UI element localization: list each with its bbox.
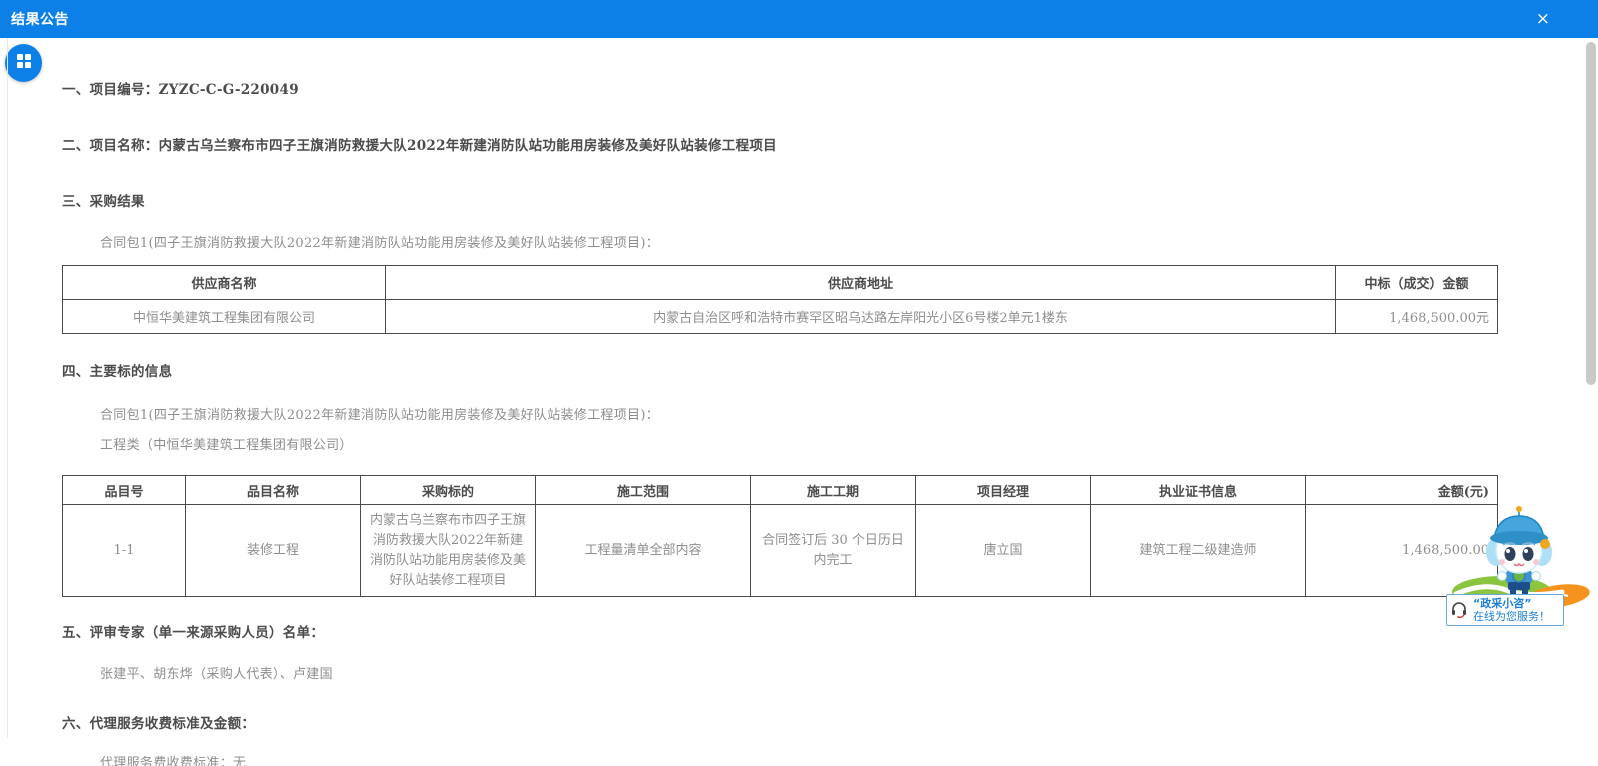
col-header-item-no: 品目号	[62, 475, 186, 505]
table-row: 中恒华美建筑工程集团有限公司 内蒙古自治区呼和浩特市赛罕区昭乌达路左岸阳光小区6…	[62, 299, 1498, 334]
subject-category-label: 工程类（中恒华美建筑工程集团有限公司）	[100, 438, 353, 453]
agency-fee-standard: 代理服务费收费标准：无	[100, 756, 247, 766]
titlebar: 结果公告 ×	[0, 0, 1598, 38]
col-header-supplier-address: 供应商地址	[385, 265, 1336, 300]
scrollbar-track[interactable]	[1584, 38, 1598, 766]
section-project-number: 一、项目编号：ZYZC-C-G-220049	[62, 82, 299, 98]
scrollbar-thumb[interactable]	[1586, 42, 1596, 385]
cell-supplier-address: 内蒙古自治区呼和浩特市赛罕区昭乌达路左岸阳光小区6号楼2单元1楼东	[385, 299, 1336, 334]
close-icon: ×	[1535, 8, 1550, 29]
service-mascot-widget[interactable]: “政采小咨” 在线为您服务！	[1444, 504, 1592, 626]
cell-construction-scope: 工程量清单全部内容	[535, 504, 751, 597]
subject-detail-table: 品目号 品目名称 采购标的 施工范围 施工工期 项目经理 执业证书信息 金额(元…	[62, 475, 1498, 597]
result-announcement-page: { "header": { "title": "结果公告", "close_gl…	[0, 0, 1598, 766]
section-project-name: 二、项目名称：内蒙古乌兰察布市四子王旗消防救援大队2022年新建消防队站功能用房…	[62, 138, 777, 154]
col-header-construction-scope: 施工范围	[535, 475, 751, 505]
cell-construction-period: 合同签订后 30 个日历日内完工	[750, 504, 916, 597]
table-header-row: 品目号 品目名称 采购标的 施工范围 施工工期 项目经理 执业证书信息 金额(元…	[62, 475, 1498, 505]
mascot-slogan: 在线为您服务！	[1473, 610, 1550, 623]
cell-project-manager: 唐立国	[915, 504, 1091, 597]
col-header-license-info: 执业证书信息	[1090, 475, 1306, 505]
section-experts-title: 五、评审专家（单一来源采购人员）名单：	[62, 625, 325, 641]
service-label[interactable]: “政采小咨” 在线为您服务！	[1446, 594, 1564, 626]
col-header-project-manager: 项目经理	[915, 475, 1091, 505]
col-header-supplier-name: 供应商名称	[62, 265, 386, 300]
col-header-item-name: 品目名称	[185, 475, 361, 505]
supplier-result-table: 供应商名称 供应商地址 中标（成交）金额 中恒华美建筑工程集团有限公司 内蒙古自…	[62, 265, 1498, 334]
announcement-document: 一、项目编号：ZYZC-C-G-220049 二、项目名称：内蒙古乌兰察布市四子…	[0, 38, 1560, 766]
page-title: 结果公告	[11, 12, 69, 28]
col-header-amount: 金额(元)	[1305, 475, 1498, 505]
col-header-procurement-subject: 采购标的	[360, 475, 536, 505]
mascot-name: “政采小咨”	[1473, 597, 1532, 610]
col-header-award-amount: 中标（成交）金额	[1335, 265, 1498, 300]
close-button[interactable]: ×	[1535, 8, 1550, 29]
contract-package-1-label: 合同包1(四子王旗消防救援大队2022年新建消防队站功能用房装修及美好队站装修工…	[100, 236, 659, 251]
table-header-row: 供应商名称 供应商地址 中标（成交）金额	[62, 265, 1498, 300]
contract-package-1-label-2: 合同包1(四子王旗消防救援大队2022年新建消防队站功能用房装修及美好队站装修工…	[100, 408, 659, 423]
cell-supplier-name: 中恒华美建筑工程集团有限公司	[62, 299, 386, 334]
col-header-construction-period: 施工工期	[750, 475, 916, 505]
cell-license-info: 建筑工程二级建造师	[1090, 504, 1306, 597]
table-row: 1-1 装修工程 内蒙古乌兰察布市四子王旗消防救援大队2022年新建消防队站功能…	[62, 504, 1498, 597]
cell-item-no: 1-1	[62, 504, 186, 597]
experts-names: 张建平、胡东烨（采购人代表）、卢建国	[100, 667, 333, 682]
section-subject-info-title: 四、主要标的信息	[62, 364, 173, 380]
section-procurement-result-title: 三、采购结果	[62, 194, 145, 210]
cell-procurement-subject: 内蒙古乌兰察布市四子王旗消防救援大队2022年新建消防队站功能用房装修及美好队站…	[360, 504, 536, 597]
cell-award-amount: 1,468,500.00元	[1335, 299, 1498, 334]
cell-item-name: 装修工程	[185, 504, 361, 597]
section-agency-fee-title: 六、代理服务收费标准及金额：	[62, 716, 256, 732]
